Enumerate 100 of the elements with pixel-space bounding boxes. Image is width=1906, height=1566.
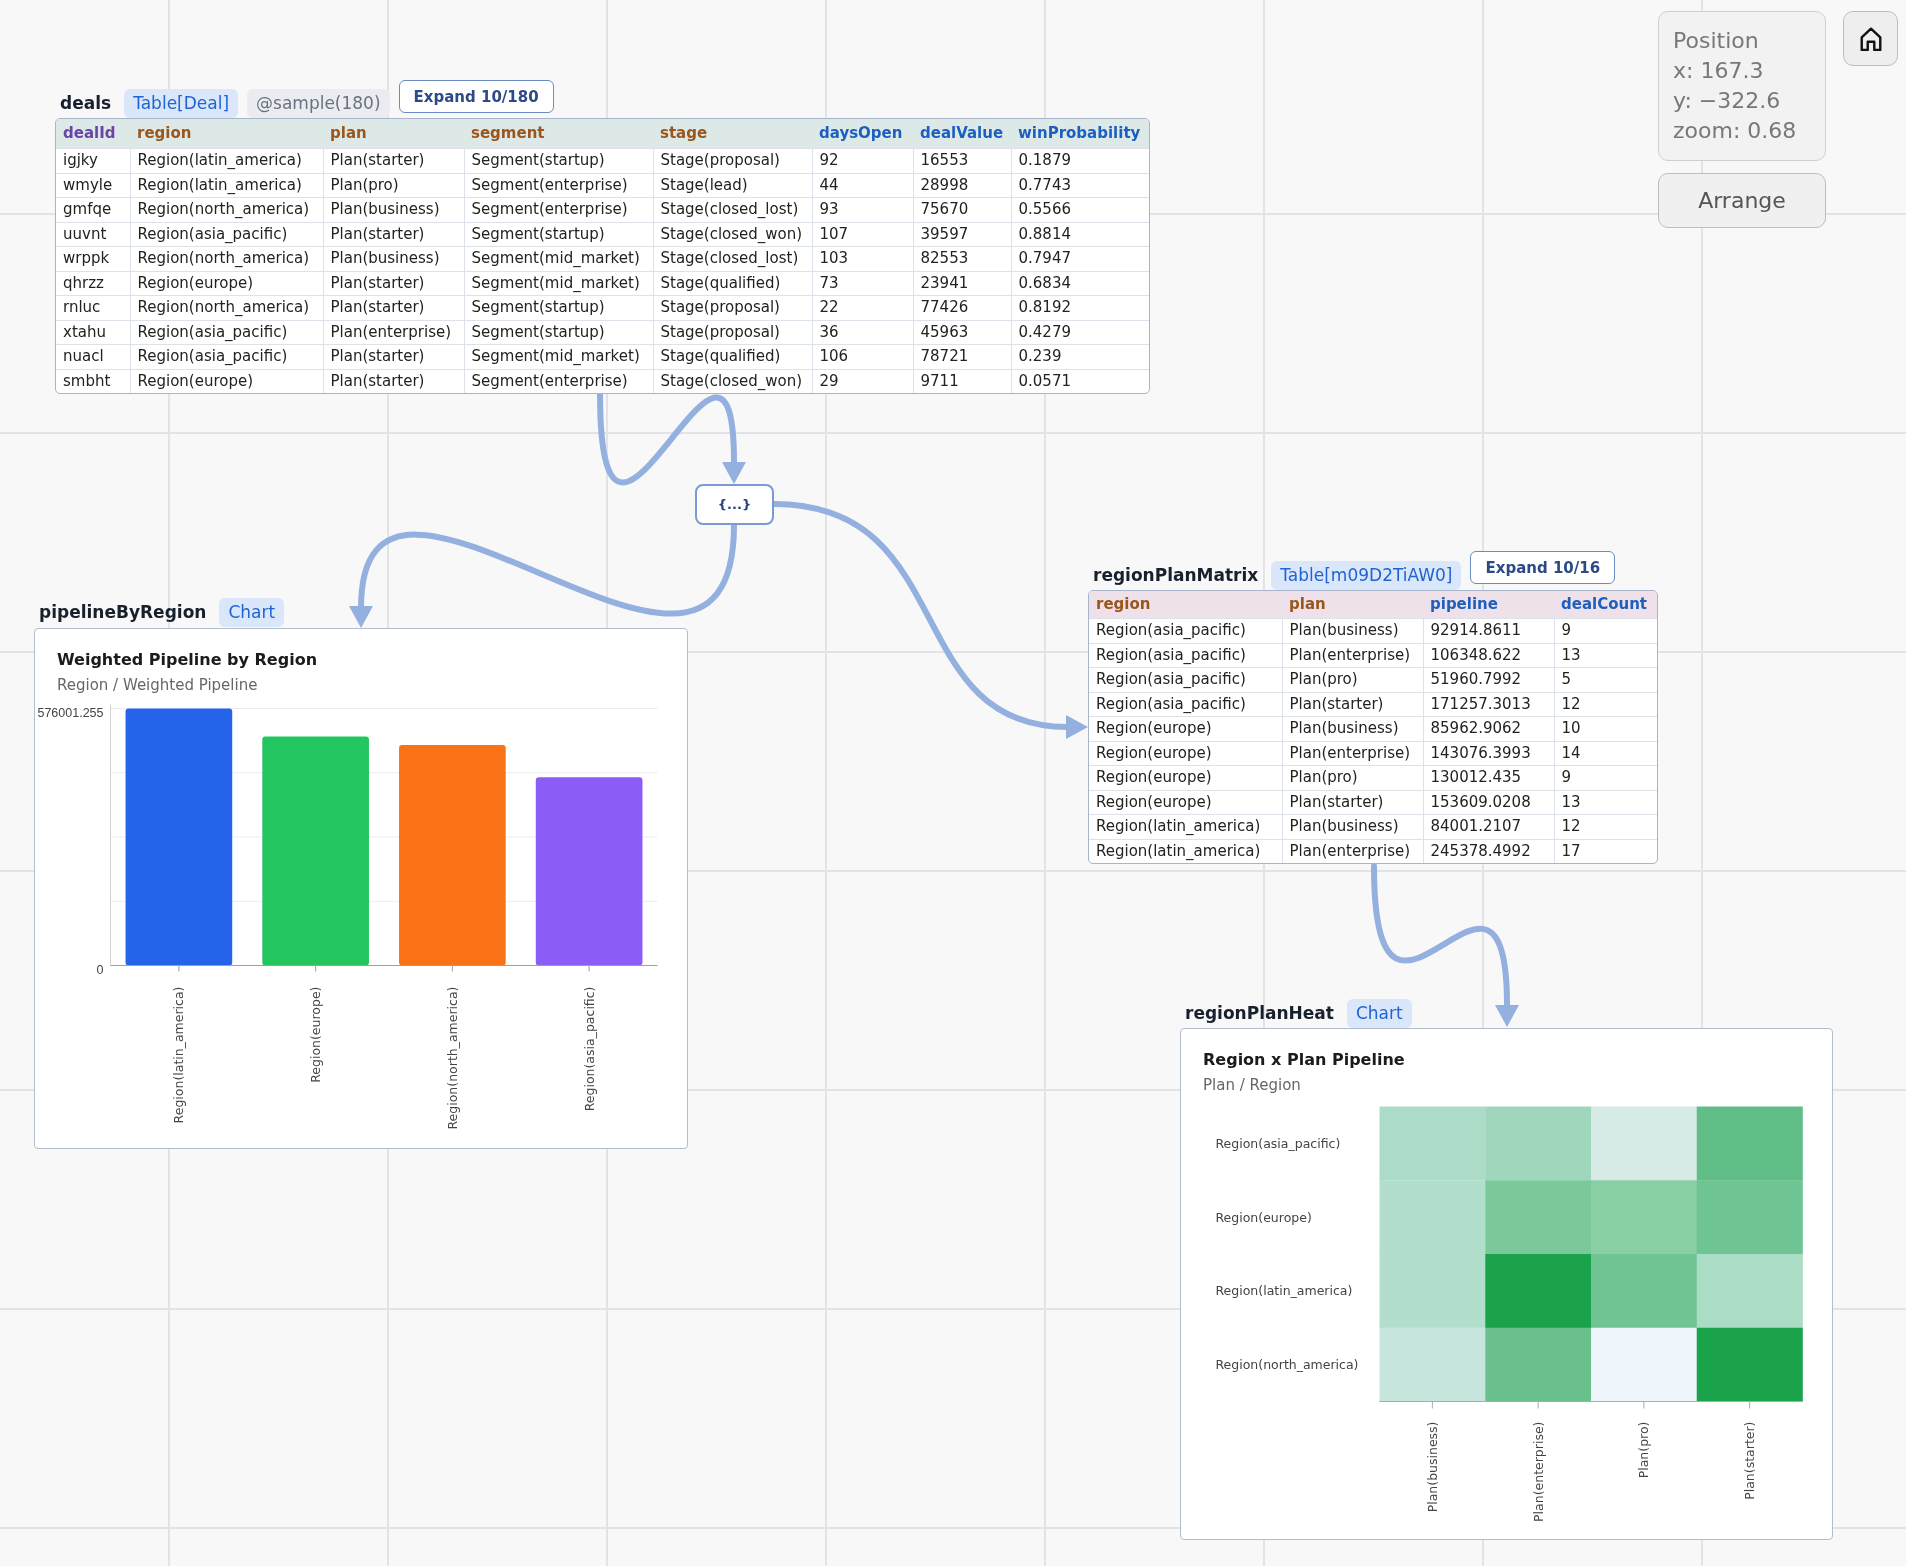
table-cell: rnluc bbox=[56, 295, 130, 320]
type-badge: Table[Deal] bbox=[124, 89, 239, 118]
table-cell: 22 bbox=[812, 295, 913, 320]
panel-heading: Position bbox=[1673, 27, 1760, 55]
table-cell: Stage(qualified) bbox=[653, 344, 812, 369]
table-cell: 0.8192 bbox=[1011, 295, 1149, 320]
table-cell: 92914.8611 bbox=[1423, 618, 1554, 643]
table-cell: 0.4279 bbox=[1011, 320, 1149, 345]
table-cell: Segment(mid_market) bbox=[464, 246, 653, 271]
table-cell: 143076.3993 bbox=[1423, 741, 1554, 766]
table-cell: 13 bbox=[1554, 643, 1657, 668]
table-cell: Region(asia_pacific) bbox=[1089, 643, 1282, 668]
table-cell: Segment(mid_market) bbox=[464, 344, 653, 369]
table-cell: Region(north_america) bbox=[130, 246, 323, 271]
table-cell: Region(europe) bbox=[130, 369, 323, 393]
row-label: Region(latin_america) bbox=[1215, 1283, 1353, 1299]
table-cell: 106348.622 bbox=[1423, 643, 1554, 668]
table-cell: Plan(business) bbox=[323, 246, 464, 271]
table-cell: Segment(enterprise) bbox=[464, 173, 653, 198]
table-cell: 29 bbox=[812, 369, 913, 393]
table-cell: 14 bbox=[1554, 741, 1657, 766]
transform-node: {...} bbox=[695, 484, 774, 525]
table-cell: Region(latin_america) bbox=[130, 148, 323, 173]
table-cell: 107 bbox=[812, 222, 913, 247]
table-cell: Region(latin_america) bbox=[1089, 814, 1282, 839]
table-cell: Stage(proposal) bbox=[653, 295, 812, 320]
node-title: regionPlanHeat bbox=[1185, 1002, 1335, 1025]
table-cell: Plan(business) bbox=[1282, 814, 1423, 839]
node-title: regionPlanMatrix bbox=[1093, 564, 1260, 587]
table-cell: Region(europe) bbox=[1089, 716, 1282, 741]
table-cell: Plan(business) bbox=[323, 197, 464, 222]
row-label: Region(asia_pacific) bbox=[1215, 1135, 1341, 1151]
table-cell: 9711 bbox=[913, 369, 1011, 393]
table-cell: Region(asia_pacific) bbox=[1089, 667, 1282, 692]
column-header: dealCount bbox=[1554, 591, 1657, 619]
column-header: plan bbox=[323, 119, 464, 149]
table-cell: Region(europe) bbox=[1089, 790, 1282, 815]
table-cell: 12 bbox=[1554, 814, 1657, 839]
arrange-button[interactable]: Arrange bbox=[1658, 173, 1826, 228]
table-cell: 245378.4992 bbox=[1423, 839, 1554, 863]
table-cell: 12 bbox=[1554, 692, 1657, 717]
column-header: dealId bbox=[56, 119, 130, 149]
row-label: Region(europe) bbox=[1215, 1209, 1312, 1225]
table-cell: Region(asia_pacific) bbox=[130, 320, 323, 345]
axis-label: Region(north_america) bbox=[444, 986, 460, 1130]
table-cell: 92 bbox=[812, 148, 913, 173]
x-coordinate: x: 167.3 bbox=[1673, 57, 1765, 85]
table-cell: 75670 bbox=[913, 197, 1011, 222]
table-cell: 78721 bbox=[913, 344, 1011, 369]
table-cell: 93 bbox=[812, 197, 913, 222]
table-cell: 0.7743 bbox=[1011, 173, 1149, 198]
table-cell: gmfqe bbox=[56, 197, 130, 222]
table-cell: 85962.9062 bbox=[1423, 716, 1554, 741]
type-badge: Table[m09D2TiAW0] bbox=[1271, 561, 1462, 590]
table-cell: 0.7947 bbox=[1011, 246, 1149, 271]
table-cell: uuvnt bbox=[56, 222, 130, 247]
table-cell: Stage(qualified) bbox=[653, 271, 812, 296]
table-cell: Plan(starter) bbox=[323, 369, 464, 393]
table-cell: Region(latin_america) bbox=[130, 173, 323, 198]
table-cell: 0.6834 bbox=[1011, 271, 1149, 296]
table-cell: Stage(proposal) bbox=[653, 320, 812, 345]
house-icon bbox=[1858, 26, 1883, 51]
table-cell: 45963 bbox=[913, 320, 1011, 345]
table-cell: Plan(starter) bbox=[323, 295, 464, 320]
y-coordinate: y: −322.6 bbox=[1673, 87, 1782, 115]
table-cell: Plan(starter) bbox=[323, 344, 464, 369]
column-header: daysOpen bbox=[812, 119, 913, 149]
table-cell: Segment(mid_market) bbox=[464, 271, 653, 296]
table-cell: Segment(enterprise) bbox=[464, 197, 653, 222]
column-header: stage bbox=[653, 119, 812, 149]
table-cell: Plan(starter) bbox=[323, 222, 464, 247]
table-cell: wrppk bbox=[56, 246, 130, 271]
table-cell: 0.239 bbox=[1011, 344, 1149, 369]
chart-subtitle: Plan / Region bbox=[1203, 1075, 1302, 1096]
table-cell: Plan(enterprise) bbox=[1282, 839, 1423, 863]
table-cell: Stage(closed_lost) bbox=[653, 246, 812, 271]
table-cell: Segment(startup) bbox=[464, 148, 653, 173]
column-label: Plan(enterprise) bbox=[1530, 1421, 1546, 1522]
table-cell: Plan(pro) bbox=[323, 173, 464, 198]
axis-label: Region(latin_america) bbox=[171, 986, 187, 1124]
column-header: plan bbox=[1282, 591, 1423, 619]
row-label: Region(north_america) bbox=[1215, 1357, 1359, 1372]
expand-button[interactable]: Expand 10/180 bbox=[398, 80, 554, 113]
table-cell: Plan(enterprise) bbox=[1282, 643, 1423, 668]
table-cell: 0.5566 bbox=[1011, 197, 1149, 222]
home-button[interactable] bbox=[1843, 11, 1898, 66]
table-cell: Region(latin_america) bbox=[1089, 839, 1282, 863]
column-header: segment bbox=[464, 119, 653, 149]
table-cell: Stage(proposal) bbox=[653, 148, 812, 173]
table-cell: Segment(startup) bbox=[464, 320, 653, 345]
table-cell: Plan(starter) bbox=[323, 271, 464, 296]
table-cell: Segment(enterprise) bbox=[464, 369, 653, 393]
table-cell: xtahu bbox=[56, 320, 130, 345]
table-cell: Plan(business) bbox=[1282, 716, 1423, 741]
table-cell: Plan(starter) bbox=[323, 148, 464, 173]
table-cell: 10 bbox=[1554, 716, 1657, 741]
table-cell: igjky bbox=[56, 148, 130, 173]
column-header: dealValue bbox=[913, 119, 1011, 149]
expand-button[interactable]: Expand 10/16 bbox=[1470, 551, 1616, 584]
table-cell: 106 bbox=[812, 344, 913, 369]
